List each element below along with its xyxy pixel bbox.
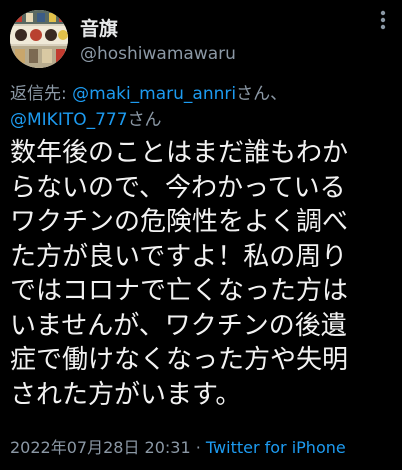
reply-to-prefix: 返信先: — [10, 84, 73, 104]
user-handle[interactable]: @hoshiwamawaru — [80, 44, 236, 64]
tweet-text: 数年後のことはまだ誰もわか らないので、今わかっている ワクチンの危険性をよく調… — [10, 136, 398, 412]
more-options-icon[interactable] — [374, 8, 392, 32]
tweet-text-line: ではコロナで亡くなった方は — [10, 276, 349, 306]
tweet-text-line: いませんが、ワクチンの後遺 — [10, 310, 347, 341]
mention-maki-maru-annri[interactable]: @maki_maru_annri — [72, 84, 236, 104]
tweet-source-link[interactable]: Twitter for iPhone — [206, 438, 346, 457]
reply-to-suffix-2: さん — [127, 110, 162, 130]
meta-separator: · — [190, 438, 206, 457]
display-name[interactable]: 音旗 — [80, 14, 118, 41]
tweet-meta: 2022年07月28日 20:31 · Twitter for iPhone — [10, 434, 400, 458]
tweet-text-line: ワクチンの危険性をよく調べ — [10, 207, 349, 237]
tweet-text-line: された方がいます。 — [10, 379, 242, 410]
avatar-image — [10, 10, 68, 68]
reply-to-line: 返信先: @maki_maru_annriさん、 @MIKITO_777さん — [10, 81, 395, 133]
avatar[interactable] — [10, 10, 68, 68]
reply-to-suffix-1: さん、 — [236, 84, 288, 104]
tweet-text-line: 数年後のことはまだ誰もわか — [10, 138, 349, 168]
tweet-text-line: 症で働けなくなった方や失明 — [10, 345, 349, 375]
tweet-timestamp[interactable]: 2022年07月28日 20:31 — [10, 438, 191, 457]
tweet-text-line: た方が良いですよ！私の周り — [10, 241, 348, 272]
mention-mikito-777[interactable]: @MIKITO_777 — [10, 110, 128, 130]
tweet-header: 音旗 @hoshiwamawaru — [0, 0, 402, 74]
tweet-text-line: らないので、今わかっている — [10, 172, 346, 203]
